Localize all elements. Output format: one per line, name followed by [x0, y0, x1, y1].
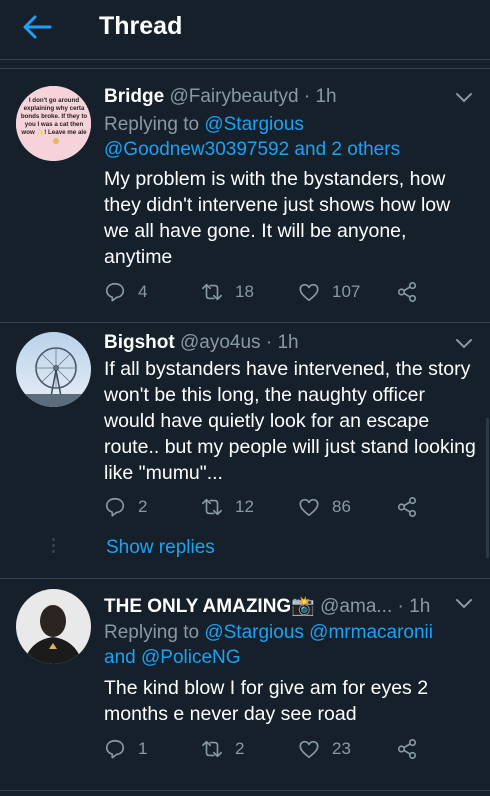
svg-text:I don't go around: I don't go around [29, 97, 79, 104]
retweet-icon [202, 498, 222, 516]
retweet-count: 18 [235, 282, 254, 301]
reply-count: 2 [138, 497, 148, 516]
tweet-text: If all bystanders have intervened, the s… [104, 358, 476, 484]
retweet-count: 12 [235, 497, 254, 516]
tweet-actions: 4 18 107 [104, 280, 434, 304]
user-handle[interactable]: @Fairybeautyd [169, 86, 298, 107]
mention-link[interactable]: @Stargious [204, 114, 304, 135]
tweet-time: · 1h [397, 596, 431, 617]
svg-text:bonds broke. If they to: bonds broke. If they to [21, 113, 88, 120]
like-icon [299, 498, 319, 517]
avatar[interactable]: I don't go around explaining why certa b… [16, 86, 91, 161]
reply-context: Replying to @Stargious @mrmacaronii and … [104, 622, 433, 668]
display-name[interactable]: THE ONLY AMAZING📸 [104, 596, 315, 617]
like-icon [299, 283, 319, 302]
reply-icon [105, 497, 125, 517]
divider [0, 790, 490, 791]
avatar-image [16, 589, 91, 664]
thread-connector [52, 538, 55, 556]
reply-button[interactable]: 4 [104, 280, 147, 304]
like-button[interactable]: 107 [298, 280, 360, 304]
tweet-actions: 1 2 23 [104, 737, 434, 761]
reply-button[interactable]: 2 [104, 495, 147, 519]
share-button[interactable] [396, 737, 418, 761]
retweet-button[interactable]: 18 [201, 280, 254, 304]
like-icon [299, 740, 319, 759]
like-count: 23 [332, 739, 351, 758]
reply-context: Replying to @Stargious @Goodnew30397592 … [104, 114, 401, 160]
like-button[interactable]: 23 [298, 737, 351, 761]
mention-link[interactable]: @Goodnew30397592 and 2 others [104, 139, 400, 160]
retweet-button[interactable]: 12 [201, 495, 254, 519]
reply-icon [105, 739, 125, 759]
page-title: Thread [99, 12, 183, 40]
share-icon [397, 739, 417, 759]
retweet-count: 2 [235, 739, 245, 758]
scrollbar[interactable] [486, 418, 489, 558]
avatar[interactable] [16, 332, 91, 407]
avatar[interactable] [16, 589, 91, 664]
avatar-image: I don't go around explaining why certa b… [16, 86, 91, 161]
display-name[interactable]: Bridge [104, 86, 164, 107]
tweet-time: · 1h [265, 332, 299, 353]
reply-count: 1 [138, 739, 148, 758]
chevron-down-icon[interactable] [455, 598, 473, 610]
avatar-image [16, 332, 91, 407]
user-handle[interactable]: @ayo4us [180, 332, 261, 353]
like-button[interactable]: 86 [298, 495, 351, 519]
reply-button[interactable]: 1 [104, 737, 147, 761]
tweet-actions: 2 12 86 [104, 495, 434, 519]
display-name[interactable]: Bigshot [104, 332, 175, 353]
reply-icon [105, 282, 125, 302]
svg-text:wow ✨! Leave me ale: wow ✨! Leave me ale [20, 128, 87, 136]
top-bar: Thread [0, 0, 490, 60]
share-icon [397, 282, 417, 302]
share-button[interactable] [396, 280, 418, 304]
retweet-icon [202, 283, 222, 301]
divider [0, 68, 490, 69]
mention-link: and [104, 647, 136, 668]
like-count: 86 [332, 497, 351, 516]
svg-text:explaining why certa: explaining why certa [24, 105, 85, 112]
share-icon [397, 497, 417, 517]
tweet-text: The kind blow I for give am for eyes 2 m… [104, 677, 429, 725]
divider [0, 322, 490, 323]
tweet-text: My problem is with the bystanders, how t… [104, 168, 451, 268]
user-handle[interactable]: @ama... [320, 596, 392, 617]
share-button[interactable] [396, 495, 418, 519]
like-count: 107 [332, 282, 361, 301]
retweet-icon [202, 740, 222, 758]
reply-count: 4 [138, 282, 148, 301]
svg-text:you I was a cat then: you I was a cat then [25, 121, 84, 128]
mention-link[interactable]: @Stargious @mrmacaronii [204, 622, 433, 643]
divider [0, 578, 490, 579]
arrow-left-icon[interactable] [22, 14, 52, 40]
retweet-button[interactable]: 2 [201, 737, 244, 761]
show-replies-link[interactable]: Show replies [106, 537, 215, 559]
tweet-time: · 1h [303, 86, 337, 107]
mention-link[interactable]: @PoliceNG [141, 647, 241, 668]
chevron-down-icon[interactable] [455, 92, 473, 104]
chevron-down-icon[interactable] [455, 338, 473, 350]
